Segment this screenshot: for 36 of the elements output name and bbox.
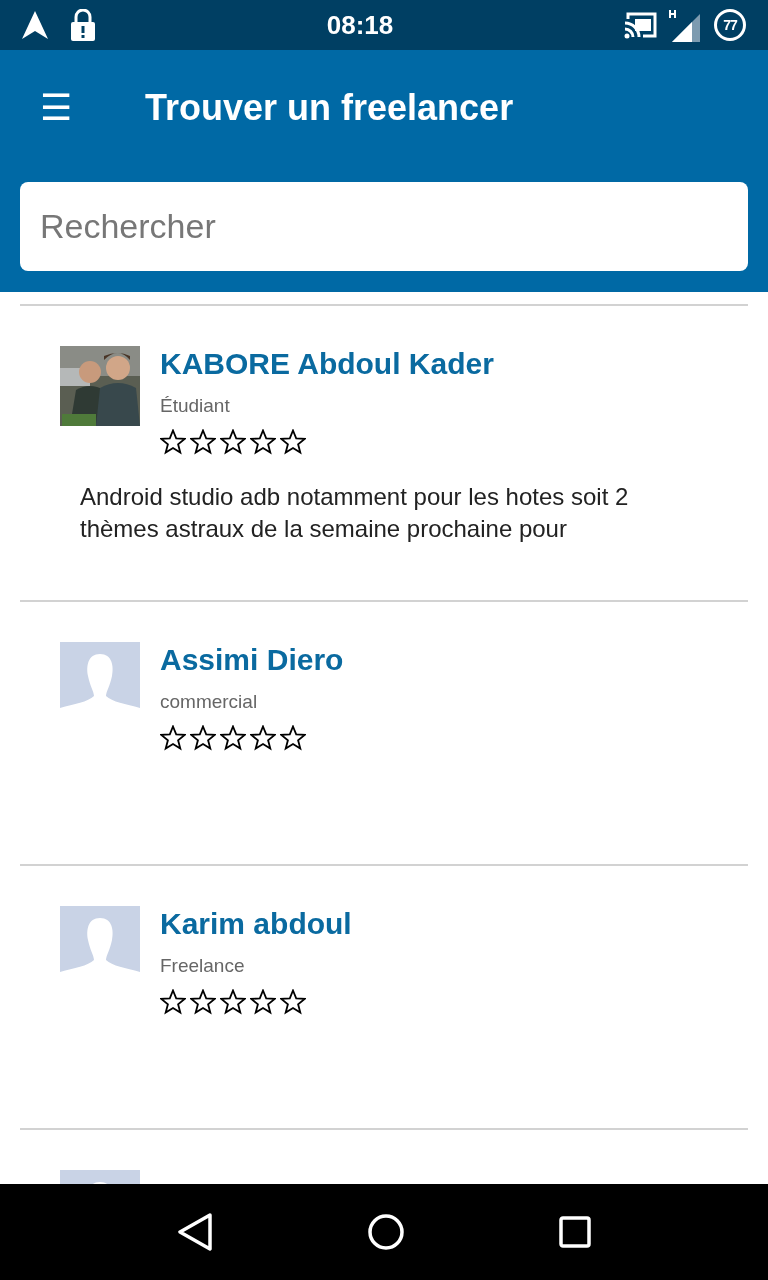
back-icon[interactable] xyxy=(177,1213,214,1251)
screen-title: Trouver un freelancer xyxy=(145,85,514,130)
freelancer-role: Étudiant xyxy=(160,394,231,418)
home-icon[interactable] xyxy=(368,1214,404,1250)
freelancer-description: Android studio adb notamment pour les hotes soit 2 thèmes astraux de la semaine prochaine pour xyxy=(79,481,630,544)
star-icon xyxy=(250,724,276,751)
freelancer-role: Freelance xyxy=(160,954,246,978)
star-icon xyxy=(280,988,306,1015)
star-icon xyxy=(190,988,216,1015)
star-icon xyxy=(160,724,186,751)
menu-button[interactable]: ☰ xyxy=(0,67,112,148)
star-icon xyxy=(160,428,186,455)
navigation-arrow-icon xyxy=(22,11,48,39)
avatar-placeholder-icon xyxy=(60,906,140,986)
avatar-placeholder-icon xyxy=(60,642,140,722)
star-icon xyxy=(220,724,246,751)
star-icon xyxy=(160,988,186,1015)
freelancer-name[interactable]: Assimi Diero xyxy=(160,642,344,678)
search-field[interactable]: Rechercher xyxy=(20,182,748,271)
star-icon xyxy=(280,428,306,455)
lock-icon xyxy=(70,9,96,41)
freelancer-name[interactable]: Karim abdoul xyxy=(160,906,352,942)
signal-icon xyxy=(668,8,702,42)
recents-icon[interactable] xyxy=(558,1216,591,1248)
star-icon xyxy=(190,428,216,455)
star-icon xyxy=(190,724,216,751)
star-icon xyxy=(220,988,246,1015)
cast-icon xyxy=(624,11,658,39)
star-icon xyxy=(250,428,276,455)
freelancer-role: commercial xyxy=(160,690,259,714)
battery-icon: 77 xyxy=(714,9,746,41)
clock: 08:18 xyxy=(326,8,394,42)
star-icon xyxy=(280,724,306,751)
star-icon xyxy=(250,988,276,1015)
freelancer-name[interactable]: KABORE Abdoul Kader xyxy=(160,346,494,382)
star-icon xyxy=(220,428,246,455)
